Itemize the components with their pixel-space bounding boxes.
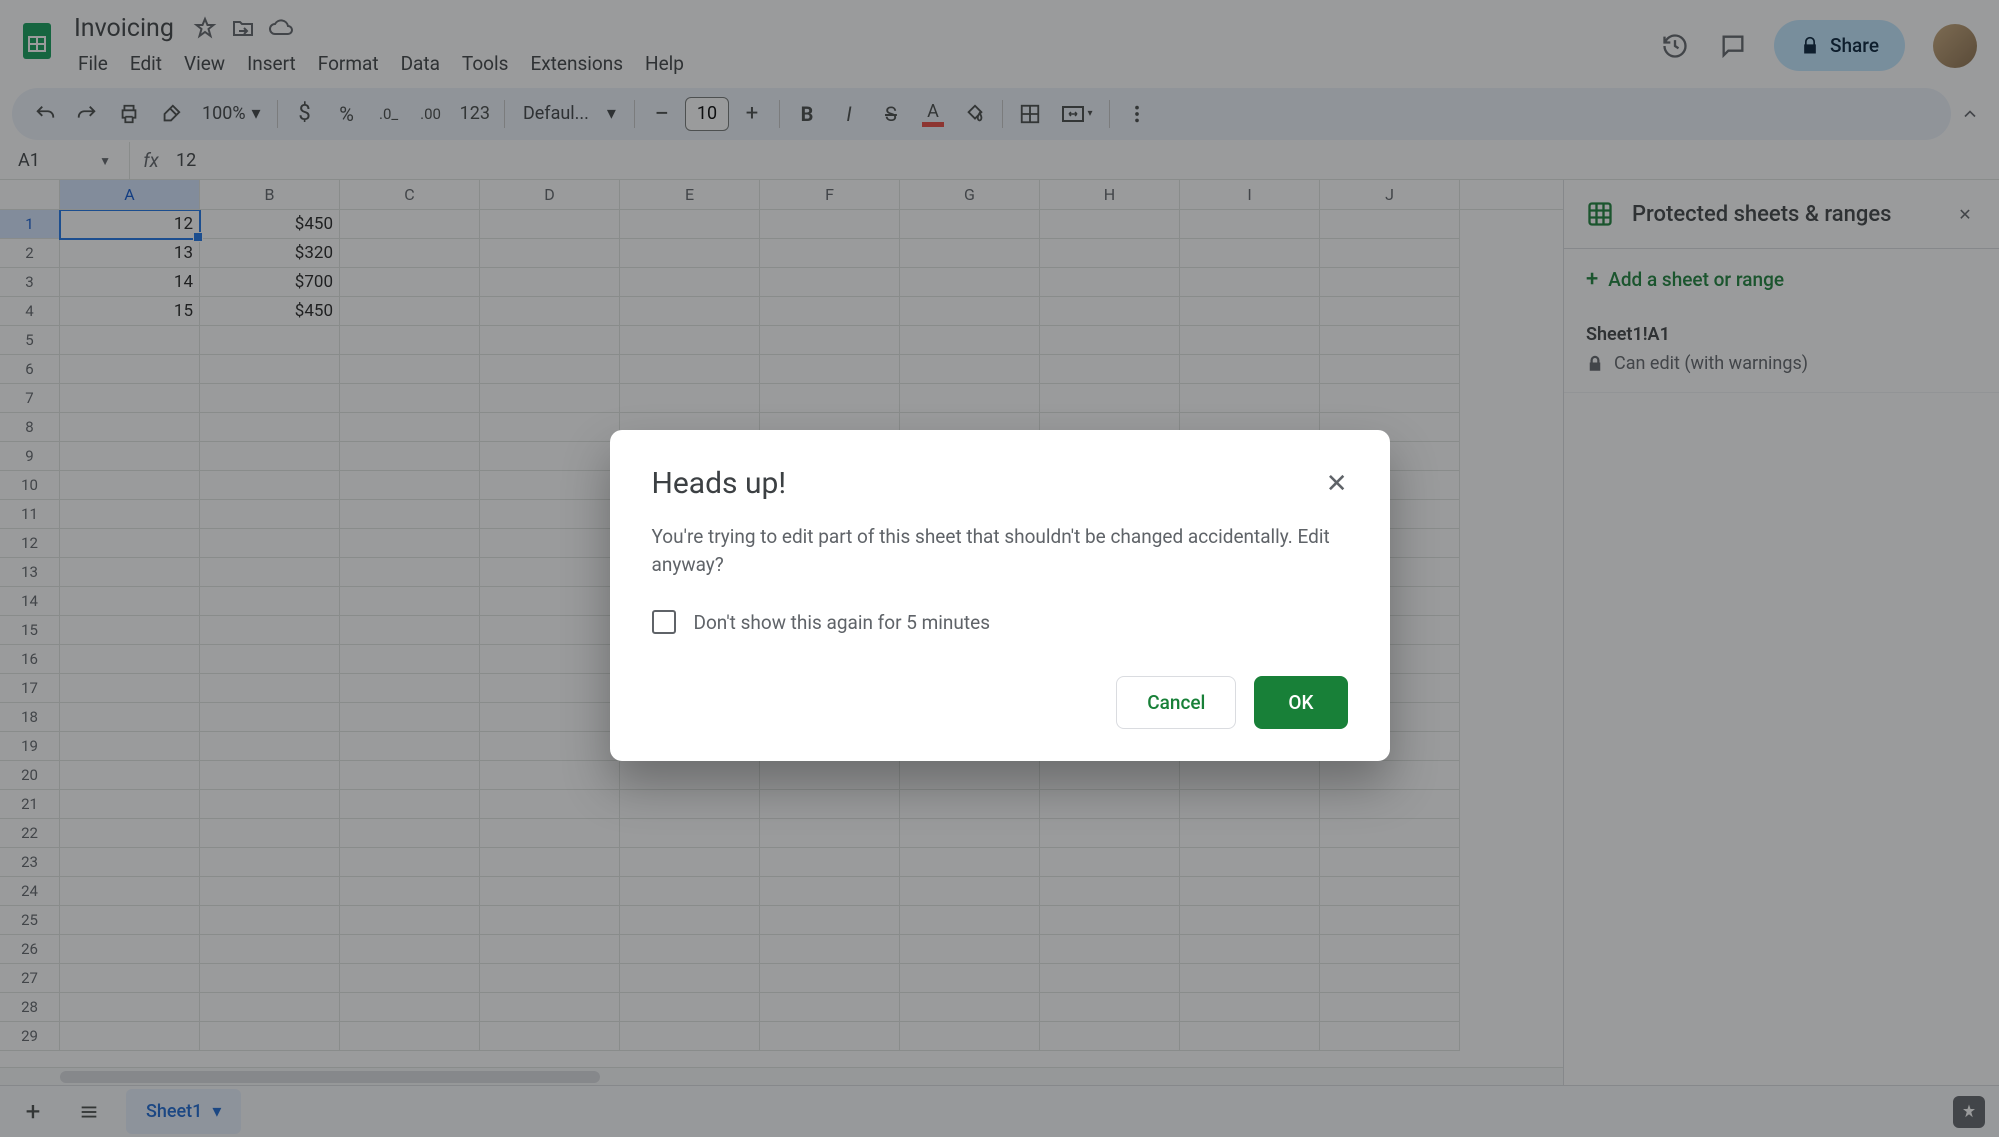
modal-overlay: Heads up! ✕ You're trying to edit part o… xyxy=(0,0,1999,1137)
dont-show-checkbox[interactable] xyxy=(652,610,676,634)
ok-button[interactable]: OK xyxy=(1254,676,1347,729)
dialog-body: You're trying to edit part of this sheet… xyxy=(652,523,1348,578)
close-icon[interactable]: ✕ xyxy=(1326,469,1348,499)
checkbox-label: Don't show this again for 5 minutes xyxy=(694,611,991,634)
heads-up-dialog: Heads up! ✕ You're trying to edit part o… xyxy=(610,430,1390,761)
dialog-title: Heads up! xyxy=(652,466,787,501)
cancel-button[interactable]: Cancel xyxy=(1116,676,1236,729)
